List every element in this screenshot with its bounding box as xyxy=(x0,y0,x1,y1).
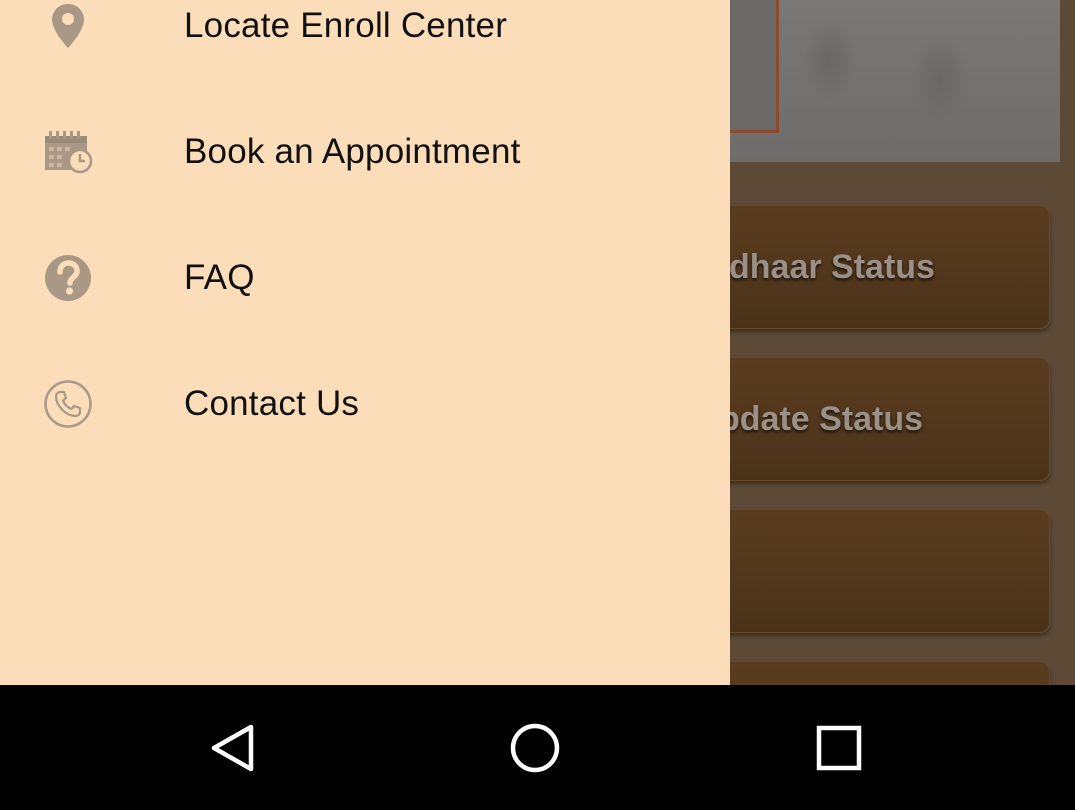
update-status-label: pdate Status xyxy=(719,399,924,438)
calendar-icon xyxy=(42,126,94,178)
location-pin-icon xyxy=(42,0,94,52)
home-button[interactable] xyxy=(495,710,575,790)
back-icon xyxy=(209,723,255,778)
home-icon xyxy=(509,722,561,779)
recents-icon xyxy=(815,724,863,777)
drawer-item-locate-enroll-center[interactable]: Locate Enroll Center xyxy=(0,0,730,89)
drawer-item-label: Book an Appointment xyxy=(184,132,521,171)
navigation-drawer: Locate Enroll Center Book an Appointment… xyxy=(0,0,730,685)
phone-icon xyxy=(42,378,94,430)
aadhaar-status-label: dhaar Status xyxy=(729,247,935,286)
fourth-app-button[interactable] xyxy=(700,661,1050,685)
aadhaar-status-button[interactable]: dhaar Status xyxy=(700,205,1050,329)
drawer-item-book-appointment[interactable]: Book an Appointment xyxy=(0,89,730,215)
drawer-item-label: Contact Us xyxy=(184,384,360,423)
update-status-button[interactable]: pdate Status xyxy=(700,357,1050,481)
drawer-item-faq[interactable]: FAQ xyxy=(0,215,730,341)
drawer-item-label: Locate Enroll Center xyxy=(184,6,508,45)
back-button[interactable] xyxy=(192,710,272,790)
drawer-item-label: FAQ xyxy=(184,258,255,297)
drawer-item-contact-us[interactable]: Contact Us xyxy=(0,341,730,467)
system-navigation-bar xyxy=(0,685,1075,810)
third-app-button[interactable] xyxy=(700,509,1050,633)
recents-button[interactable] xyxy=(799,710,879,790)
help-icon xyxy=(42,252,94,304)
